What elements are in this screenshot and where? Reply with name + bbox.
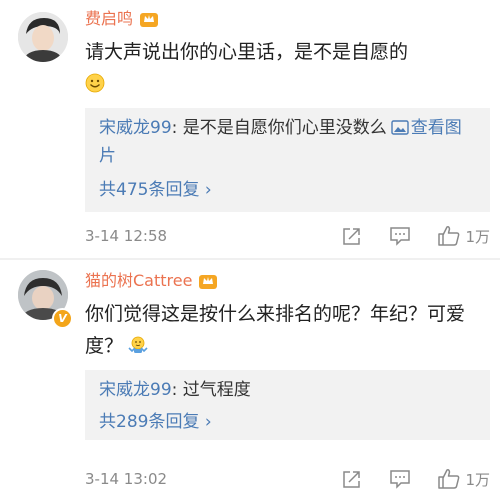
username[interactable]: 猫的树Cattree	[85, 270, 192, 292]
smile-emoji-icon	[85, 73, 105, 93]
reply-preview[interactable]: 宋威龙99: 过气程度 共289条回复 ›	[85, 370, 490, 440]
thumbs-up-icon	[438, 469, 460, 489]
reply-preview[interactable]: 宋威龙99: 是不是自愿你们心里没数么 查看图片 共475条回复 ›	[85, 108, 490, 212]
image-icon	[391, 120, 409, 135]
reply-count-link[interactable]: 共289条回复 ›	[99, 408, 476, 436]
like-button[interactable]: 1万	[437, 468, 490, 490]
comment-text: 请大声说出你的心里话，是不是自愿的	[85, 36, 475, 100]
reply-line: 宋威龙99: 是不是自愿你们心里没数么 查看图片	[99, 114, 476, 170]
like-button[interactable]: 1万	[437, 225, 490, 247]
reply-line: 宋威龙99: 过气程度	[99, 376, 476, 404]
username[interactable]: 费启鸣	[85, 8, 133, 30]
comment-icon[interactable]	[389, 226, 411, 246]
comment-footer: 3-14 13:02 1万	[85, 466, 490, 492]
thumbs-up-icon	[438, 226, 460, 246]
reply-count-link[interactable]: 共475条回复 ›	[99, 176, 476, 204]
reply-username[interactable]: 宋威龙99	[99, 118, 172, 138]
timestamp: 3-14 12:58	[85, 227, 168, 245]
share-icon[interactable]	[341, 469, 363, 489]
member-crown-icon	[140, 13, 159, 27]
timestamp: 3-14 13:02	[85, 470, 168, 488]
reply-username[interactable]: 宋威龙99	[99, 380, 172, 400]
verified-badge-icon: V	[52, 308, 73, 329]
comment-icon[interactable]	[389, 469, 411, 489]
like-count: 1万	[465, 227, 490, 246]
comment-footer: 3-14 12:58 1万	[85, 223, 490, 249]
member-crown-icon	[199, 275, 218, 289]
share-icon[interactable]	[341, 226, 363, 246]
reply-text: : 是不是自愿你们心里没数么	[171, 118, 387, 138]
avatar-image	[18, 12, 68, 62]
comment-text: 你们觉得这是按什么来排名的呢？年纪？可爱度？	[85, 298, 475, 362]
reply-text: : 过气程度	[171, 380, 251, 400]
comment-item: 费启鸣 请大声说出你的心里话，是不是自愿的 宋威龙99: 是不是自愿你们心里没数…	[0, 0, 500, 258]
comment-item: V 猫的树Cattree 你们觉得这是按什么来排名的呢？年纪？可爱度？ 宋威龙9…	[0, 260, 500, 489]
comment-text-content: 请大声说出你的心里话，是不是自愿的	[85, 41, 409, 63]
like-count: 1万	[465, 470, 490, 489]
shrug-emoji-icon	[128, 336, 148, 353]
avatar[interactable]	[18, 12, 68, 62]
